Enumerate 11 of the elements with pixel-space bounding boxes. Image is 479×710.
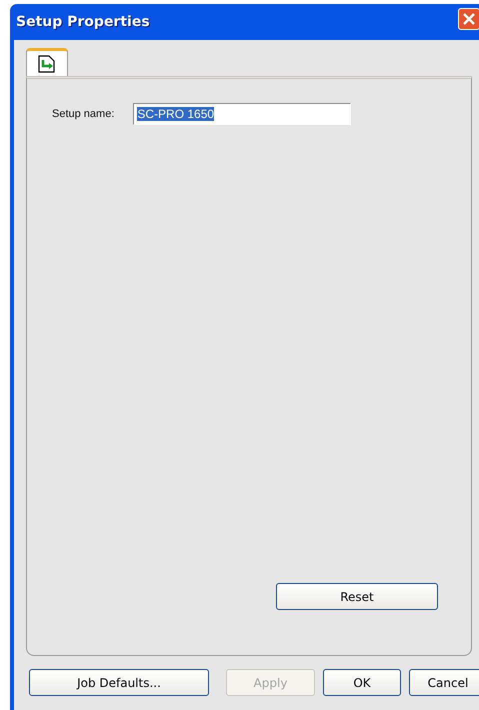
- setup-name-label: Setup name:: [52, 108, 114, 120]
- reset-button[interactable]: Reset: [276, 583, 438, 610]
- dialog-button[interactable]: Cancel: [409, 669, 479, 696]
- dialog-button[interactable]: Job Defaults...: [29, 669, 209, 696]
- window-title: Setup Properties: [16, 14, 150, 30]
- tab[interactable]: [26, 48, 68, 76]
- close-button[interactable]: [458, 8, 479, 30]
- dialog-button[interactable]: OK: [323, 669, 401, 696]
- document-arrow-icon: [38, 54, 56, 72]
- close-icon: [462, 12, 476, 26]
- setup-name-field[interactable]: SC-PRO 1650: [133, 103, 352, 125]
